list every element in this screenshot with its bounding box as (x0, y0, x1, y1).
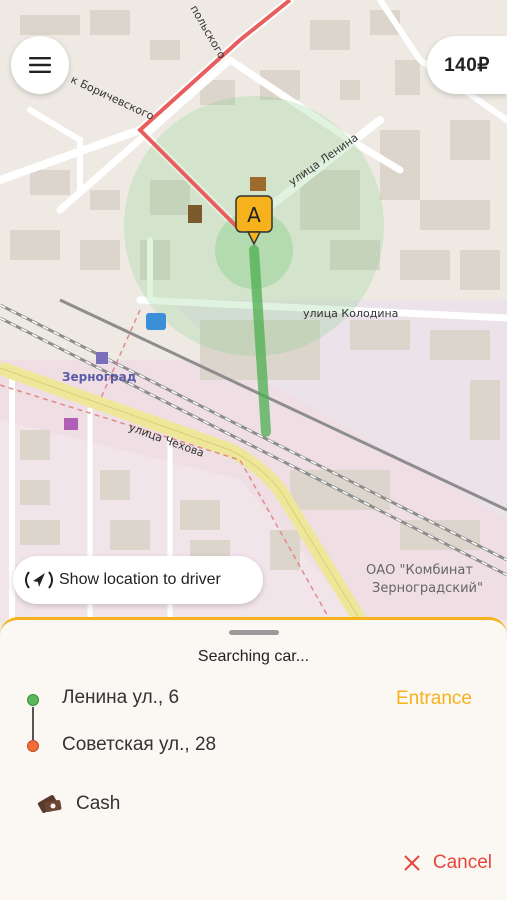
monument-icon (188, 205, 202, 223)
sheet-drag-handle[interactable] (229, 630, 279, 635)
station-icon (96, 352, 108, 364)
payment-label: Cash (76, 793, 121, 814)
price-badge[interactable]: 140₽ (427, 36, 507, 94)
cancel-button[interactable]: Cancel (403, 852, 492, 874)
pickup-address[interactable]: Ленина ул., 6 (62, 687, 179, 709)
show-location-button[interactable]: Show location to driver (13, 556, 263, 604)
factory-label-1: ОАО "Комбинат (366, 563, 473, 578)
pickup-dot-icon (27, 694, 39, 706)
cash-icon (37, 795, 62, 813)
location-broadcast-icon (19, 569, 59, 591)
shop-icon (64, 418, 78, 430)
factory-label-2: Зерноградский" (372, 581, 483, 596)
payment-method[interactable]: Cash (36, 792, 120, 816)
destination-address[interactable]: Советская ул., 28 (62, 734, 216, 756)
destination-dot-icon (27, 740, 39, 752)
menu-button[interactable] (11, 36, 69, 94)
order-sheet: Searching car... Ленина ул., 6 Entrance … (0, 617, 507, 900)
book-shop-icon (250, 177, 266, 191)
cancel-label: Cancel (432, 852, 492, 873)
show-location-label: Show location to driver (59, 571, 221, 588)
bus-stop-icon (146, 313, 166, 330)
street-label-kolodina: улица Колодина (303, 307, 398, 320)
station-label: Зерноград (62, 370, 137, 384)
close-icon (404, 855, 420, 871)
entrance-button[interactable]: Entrance (396, 688, 472, 710)
search-status: Searching car... (197, 648, 310, 665)
hamburger-icon (29, 57, 51, 73)
pin-label: A (247, 203, 261, 227)
